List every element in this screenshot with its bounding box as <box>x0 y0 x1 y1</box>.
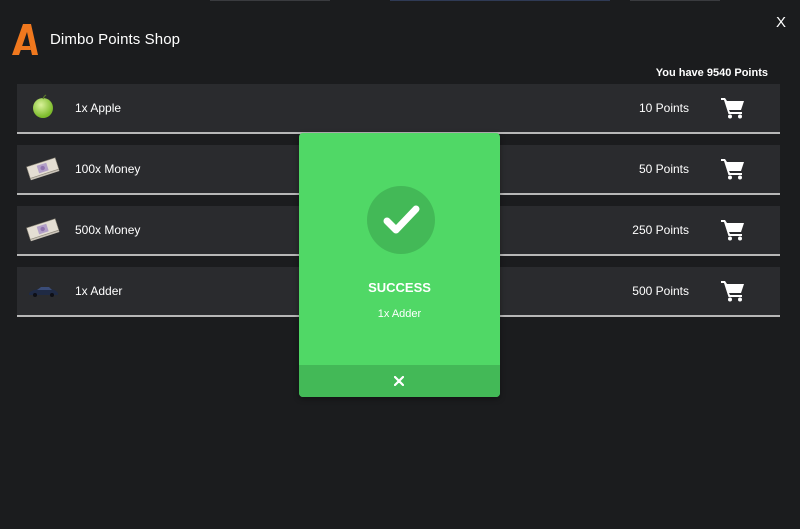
checkmark-icon <box>383 205 420 234</box>
top-window-edge <box>0 0 800 2</box>
logo-icon <box>12 24 38 55</box>
close-icon <box>394 376 404 386</box>
car-icon <box>29 287 58 297</box>
cart-icon[interactable] <box>721 280 745 302</box>
purchased-item: 1x Adder <box>377 308 422 320</box>
shop-header: Dimbo Points Shop <box>10 22 180 56</box>
shop-item-row: 1x Apple 10 Points <box>17 84 780 134</box>
page-title: Dimbo Points Shop <box>50 30 181 48</box>
points-balance: You have 9540 Points <box>655 67 768 79</box>
item-price: 50 Points <box>638 162 689 176</box>
item-name: 500x Money <box>75 223 141 237</box>
item-name: 1x Adder <box>75 284 123 298</box>
item-name: 1x Apple <box>75 101 122 115</box>
item-name: 100x Money <box>75 162 141 176</box>
item-price: 250 Points <box>632 223 689 237</box>
cart-icon[interactable] <box>721 158 745 180</box>
success-badge <box>367 186 435 254</box>
success-title: SUCCESS <box>368 280 431 295</box>
apple-icon <box>33 94 53 118</box>
success-modal: SUCCESS 1x Adder <box>299 133 500 397</box>
money-icon <box>26 218 60 242</box>
close-window-button[interactable]: X <box>776 14 786 32</box>
item-price: 500 Points <box>632 284 689 298</box>
modal-close-button[interactable] <box>299 365 500 397</box>
cart-icon[interactable] <box>721 219 745 241</box>
item-price: 10 Points <box>638 101 689 115</box>
money-icon <box>26 157 60 181</box>
cart-icon[interactable] <box>721 97 745 119</box>
